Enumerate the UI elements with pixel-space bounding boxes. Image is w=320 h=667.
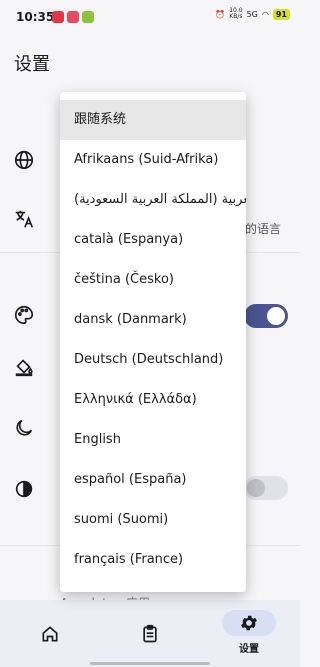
language-dropdown-menu: 跟随系统 Afrikaans (Suid-Afrika) العربية (المم… — [60, 92, 246, 592]
paint-bucket-icon — [13, 356, 35, 378]
language-option[interactable]: español (España) — [60, 460, 246, 500]
alarm-icon: ⏰ — [215, 9, 226, 19]
battery-indicator: 91 — [272, 8, 290, 20]
status-time: 10:35 — [16, 10, 55, 24]
status-icons: ⏰ 10.0 KB/s 5G ◠ 91 — [215, 8, 290, 20]
language-option[interactable]: العربية (المملكة العربية السعودية) — [60, 180, 246, 220]
toggle-knob — [247, 479, 265, 497]
signal-icon: 5G — [246, 9, 258, 19]
network-speed: 10.0 KB/s — [229, 7, 243, 20]
palette-icon — [13, 304, 35, 326]
language-option[interactable]: Deutsch (Deutschland) — [60, 340, 246, 380]
notification-app-icon — [67, 11, 79, 23]
language-option[interactable]: English — [60, 420, 246, 460]
notification-app-icon — [52, 11, 64, 23]
globe-icon — [13, 149, 35, 171]
language-option[interactable]: Afrikaans (Suid-Afrika) — [60, 140, 246, 180]
language-option[interactable]: Ελληνικά (Ελλάδα) — [60, 380, 246, 420]
dark-mode-toggle[interactable] — [244, 476, 288, 500]
translate-icon — [13, 208, 35, 230]
language-option[interactable]: čeština (Česko) — [60, 260, 246, 300]
language-option[interactable]: 跟随系统 — [60, 100, 246, 140]
wifi-icon: ◠ — [261, 9, 269, 19]
notification-app-icon — [82, 11, 94, 23]
clipboard-icon[interactable] — [140, 624, 160, 644]
gear-icon[interactable] — [239, 613, 259, 633]
language-option[interactable]: français (France) — [60, 540, 246, 580]
moon-icon — [13, 417, 35, 439]
theme-toggle[interactable] — [244, 304, 288, 328]
language-list: 跟随系统 Afrikaans (Suid-Afrika) العربية (المم… — [60, 92, 246, 580]
settings-nav-label[interactable]: 设置 — [230, 640, 268, 655]
language-setting-summary: 的语言 — [245, 222, 282, 236]
contrast-icon — [13, 478, 35, 500]
page-title: 设置 — [14, 54, 50, 75]
status-bar: 10:35 ⏰ 10.0 KB/s 5G ◠ 91 — [0, 0, 300, 34]
home-icon[interactable] — [40, 624, 60, 644]
language-option[interactable]: suomi (Suomi) — [60, 500, 246, 540]
home-indicator[interactable] — [90, 662, 210, 665]
language-option[interactable]: català (Espanya) — [60, 220, 246, 260]
toggle-knob — [267, 307, 285, 325]
language-option[interactable]: dansk (Danmark) — [60, 300, 246, 340]
